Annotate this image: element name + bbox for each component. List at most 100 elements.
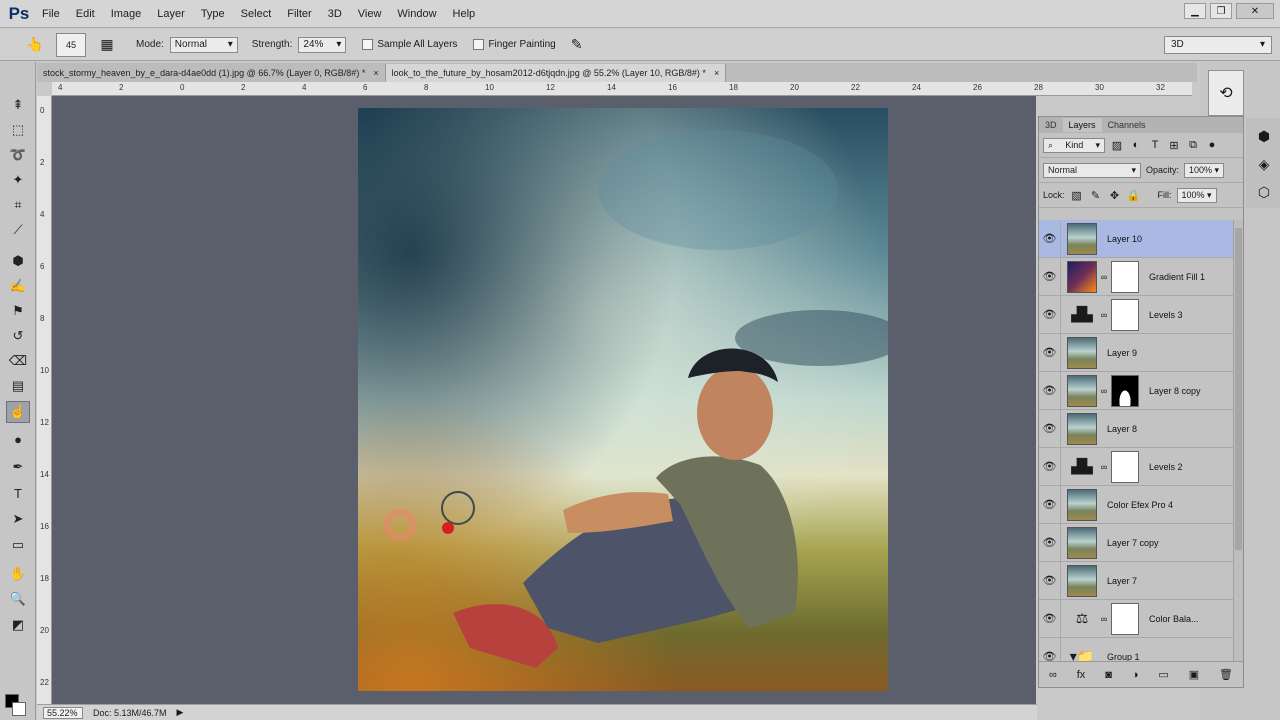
- brush-panel-toggle-icon[interactable]: ▦: [92, 34, 122, 56]
- channels-panel-icon[interactable]: ⬡: [1254, 182, 1274, 202]
- eyedropper-tool-icon[interactable]: ⟋: [6, 219, 30, 241]
- layer-mask-thumbnail[interactable]: [1111, 298, 1139, 331]
- layer-row[interactable]: 👁 ⚖ ∞ Color Bala...: [1039, 599, 1233, 638]
- history-brush-tool-icon[interactable]: ↺: [6, 325, 30, 347]
- layer-row[interactable]: 👁 ▟▙ ∞ Levels 2: [1039, 447, 1233, 486]
- blend-mode-select[interactable]: Normal ▾: [1043, 162, 1141, 178]
- type-tool-icon[interactable]: T: [6, 482, 30, 504]
- mode-select[interactable]: Normal ▾: [169, 36, 238, 53]
- zoom-tool-icon[interactable]: 🔍: [6, 588, 30, 610]
- healing-brush-tool-icon[interactable]: ⬢: [6, 250, 30, 272]
- path-selection-tool-icon[interactable]: ➤: [6, 508, 30, 530]
- menu-select[interactable]: Select: [233, 8, 280, 20]
- mask-link-icon[interactable]: ∞: [1099, 310, 1109, 320]
- hand-tool-icon[interactable]: ✋: [6, 563, 30, 585]
- filter-toggle-icon[interactable]: ●: [1205, 138, 1219, 152]
- visibility-eye-icon[interactable]: 👁: [1039, 637, 1061, 662]
- menu-3d[interactable]: 3D: [320, 8, 350, 20]
- lock-transparency-icon[interactable]: ▧: [1070, 188, 1084, 202]
- smart-object-filter-icon[interactable]: ⧉: [1186, 138, 1200, 152]
- mask-link-icon[interactable]: ∞: [1099, 462, 1109, 472]
- tab-stock-stormy-heaven[interactable]: stock_stormy_heaven_by_e_dara-d4ae0dd (1…: [37, 64, 386, 82]
- menu-file[interactable]: File: [34, 8, 68, 20]
- mask-link-icon[interactable]: ∞: [1099, 386, 1109, 396]
- layer-style-icon[interactable]: fx: [1077, 669, 1086, 681]
- layer-mask-thumbnail[interactable]: [1111, 450, 1139, 483]
- menu-help[interactable]: Help: [445, 8, 484, 20]
- visibility-eye-icon[interactable]: 👁: [1039, 257, 1061, 296]
- type-filter-icon[interactable]: T: [1148, 138, 1162, 152]
- visibility-eye-icon[interactable]: 👁: [1039, 220, 1061, 258]
- tab-channels[interactable]: Channels: [1102, 118, 1152, 132]
- layers-panel-icon[interactable]: ◈: [1254, 154, 1274, 174]
- marquee-tool-icon[interactable]: ⬚: [6, 119, 30, 141]
- opacity-input[interactable]: 100% ▾: [1184, 162, 1225, 178]
- visibility-eye-icon[interactable]: 👁: [1039, 371, 1061, 410]
- layer-mask-thumbnail[interactable]: [1111, 374, 1139, 407]
- menu-layer[interactable]: Layer: [149, 8, 193, 20]
- crop-tool-icon[interactable]: ⌗: [6, 194, 30, 216]
- quick-selection-tool-icon[interactable]: ✦: [6, 169, 30, 191]
- sample-all-layers-checkbox[interactable]: Sample All Layers: [362, 39, 457, 50]
- pressure-icon[interactable]: ✎: [562, 34, 592, 56]
- workspace-switcher[interactable]: 3D ▾: [1164, 36, 1272, 54]
- status-arrow-icon[interactable]: ▶: [177, 707, 184, 718]
- adjustment-filter-icon[interactable]: ◐: [1129, 138, 1143, 152]
- dodge-tool-icon[interactable]: ●: [6, 428, 30, 450]
- clone-stamp-tool-icon[interactable]: ⚑: [6, 300, 30, 322]
- 3d-panel-icon[interactable]: ⬢: [1254, 126, 1274, 146]
- lasso-tool-icon[interactable]: ➰: [6, 144, 30, 166]
- kind-filter-select[interactable]: ⌕ Kind ▾: [1043, 137, 1105, 153]
- brush-tool-icon[interactable]: ✍: [6, 275, 30, 297]
- layer-row[interactable]: 👁 Layer 8: [1039, 409, 1233, 448]
- tab-close-icon[interactable]: ×: [373, 68, 378, 78]
- minimize-button[interactable]: ▁: [1184, 3, 1206, 19]
- menu-view[interactable]: View: [350, 8, 390, 20]
- layer-mask-thumbnail[interactable]: [1111, 260, 1139, 293]
- layer-row[interactable]: 👁 ∞ Gradient Fill 1: [1039, 257, 1233, 296]
- visibility-eye-icon[interactable]: 👁: [1039, 409, 1061, 448]
- pen-tool-icon[interactable]: ✒: [6, 456, 30, 478]
- lock-pixels-icon[interactable]: ✎: [1089, 188, 1103, 202]
- mask-link-icon[interactable]: ∞: [1099, 272, 1109, 282]
- visibility-eye-icon[interactable]: 👁: [1039, 523, 1061, 562]
- layer-row[interactable]: 👁 ▾📁 Group 1: [1039, 637, 1233, 662]
- document-canvas-image[interactable]: [358, 108, 888, 691]
- visibility-eye-icon[interactable]: 👁: [1039, 333, 1061, 372]
- layer-row[interactable]: 👁 ▟▙ ∞ Levels 3: [1039, 295, 1233, 334]
- move-tool-icon[interactable]: ⇞: [6, 94, 30, 116]
- visibility-eye-icon[interactable]: 👁: [1039, 599, 1061, 638]
- tab-close-icon[interactable]: ×: [714, 68, 719, 78]
- scrollbar-thumb[interactable]: [1235, 228, 1242, 550]
- menu-filter[interactable]: Filter: [279, 8, 319, 20]
- visibility-eye-icon[interactable]: 👁: [1039, 295, 1061, 334]
- history-panel-icon[interactable]: ⟲: [1208, 70, 1244, 116]
- background-color-swatch[interactable]: [12, 702, 26, 716]
- zoom-level-field[interactable]: 55.22%: [43, 706, 83, 719]
- layer-row[interactable]: 👁 Layer 7: [1039, 561, 1233, 600]
- new-layer-icon[interactable]: ▣: [1189, 668, 1199, 681]
- pixel-filter-icon[interactable]: ▨: [1110, 138, 1124, 152]
- default-colors-icon[interactable]: ◩: [6, 614, 30, 636]
- gradient-tool-icon[interactable]: ▤: [6, 375, 30, 397]
- lock-all-icon[interactable]: 🔒: [1127, 188, 1141, 202]
- shape-filter-icon[interactable]: ⊞: [1167, 138, 1181, 152]
- add-mask-icon[interactable]: ◙: [1105, 669, 1112, 681]
- layer-row[interactable]: 👁 ∞ Layer 8 copy: [1039, 371, 1233, 410]
- finger-painting-checkbox[interactable]: Finger Painting: [473, 39, 556, 50]
- smudge-tool-icon[interactable]: ☝: [6, 401, 30, 423]
- eraser-tool-icon[interactable]: ⌫: [6, 350, 30, 372]
- strength-input[interactable]: 24% ▾: [298, 36, 347, 53]
- tab-3d[interactable]: 3D: [1039, 118, 1063, 132]
- close-button[interactable]: ✕: [1236, 3, 1274, 19]
- layer-list-scrollbar[interactable]: [1233, 220, 1243, 662]
- checkbox-box[interactable]: [362, 39, 374, 50]
- visibility-eye-icon[interactable]: 👁: [1039, 561, 1061, 600]
- delete-layer-icon[interactable]: 🗑: [1219, 668, 1233, 681]
- new-group-icon[interactable]: ▭: [1158, 668, 1168, 681]
- mask-link-icon[interactable]: ∞: [1099, 614, 1109, 624]
- lock-position-icon[interactable]: ✥: [1108, 188, 1122, 202]
- layer-row[interactable]: 👁 Layer 9: [1039, 333, 1233, 372]
- visibility-eye-icon[interactable]: 👁: [1039, 485, 1061, 524]
- layer-row[interactable]: 👁 Color Efex Pro 4: [1039, 485, 1233, 524]
